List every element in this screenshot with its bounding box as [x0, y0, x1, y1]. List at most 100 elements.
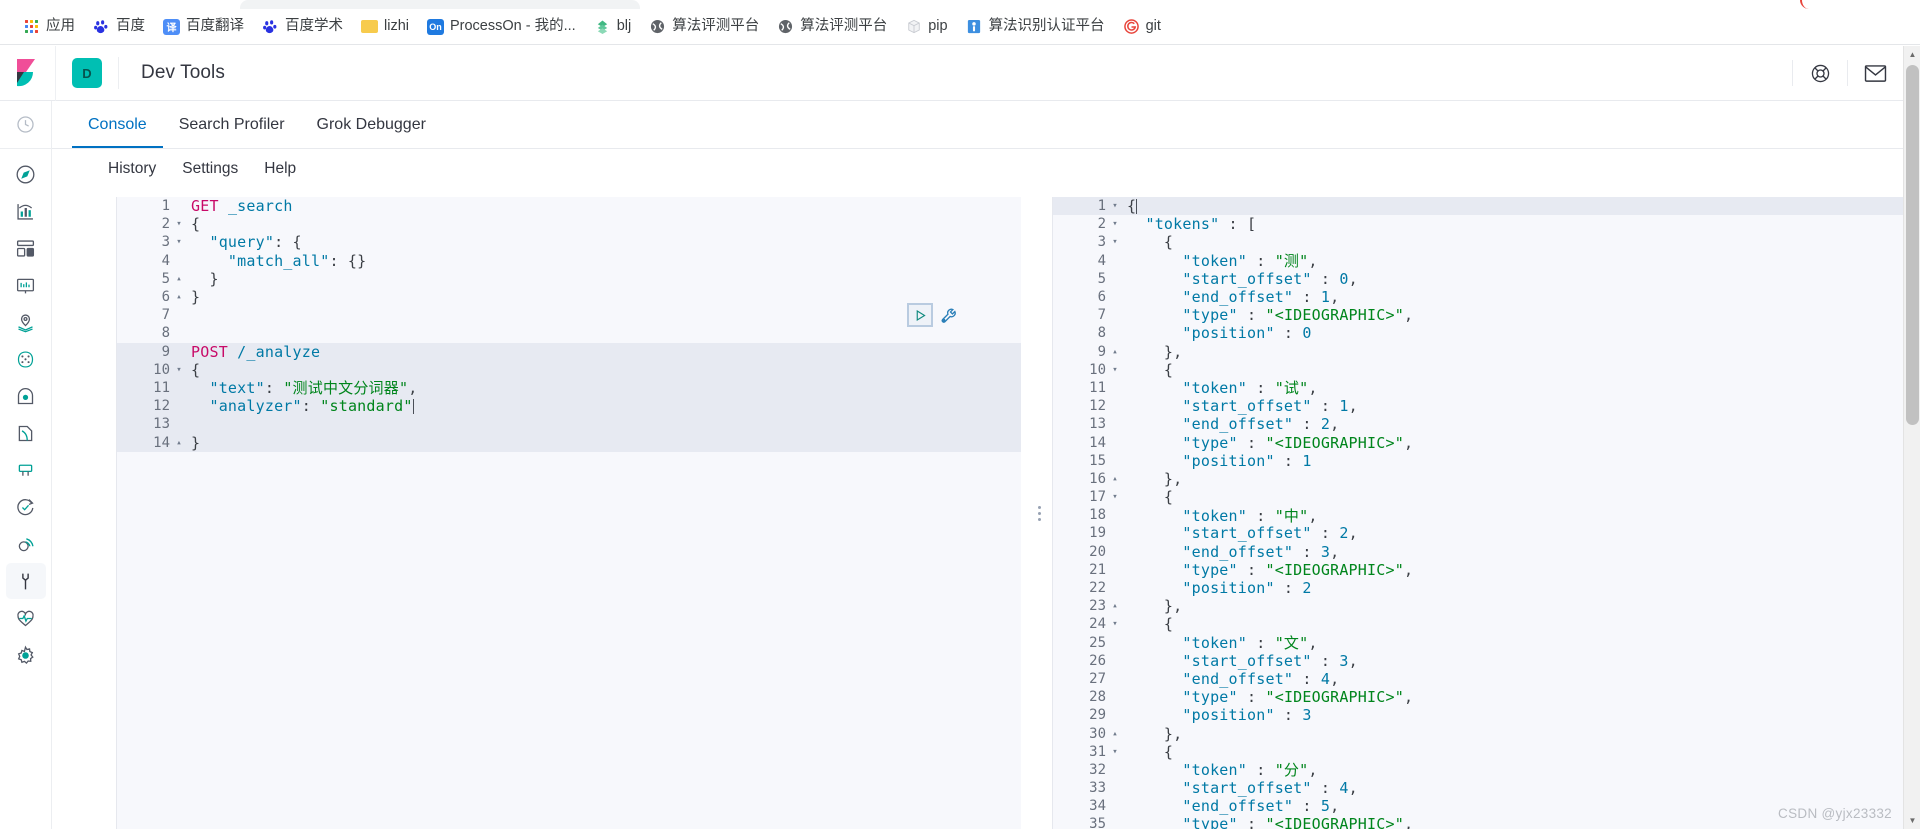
code-line[interactable]: 6 ▴}	[117, 288, 1021, 306]
code-line[interactable]: 32 "token" : "分",	[1053, 761, 1920, 779]
code-line[interactable]: 11 "text": "测试中文分词器",	[117, 378, 1021, 397]
sidebar-item-apm[interactable]	[6, 452, 46, 488]
code-line[interactable]: 22 "position" : 2	[1053, 579, 1920, 597]
code-fold-toggle[interactable]: ▾	[173, 233, 185, 251]
code-line[interactable]: 2 ▾ "tokens" : [	[1053, 215, 1920, 233]
code-line[interactable]: 4 "match_all": {}	[117, 252, 1021, 270]
code-line[interactable]: 8	[117, 324, 1021, 342]
code-line[interactable]: 18 "token" : "中",	[1053, 506, 1920, 525]
code-fold-toggle[interactable]: ▾	[1109, 615, 1121, 633]
code-line[interactable]: 8 "position" : 0	[1053, 324, 1920, 342]
sidebar-item-canvas[interactable]	[6, 267, 46, 303]
code-line[interactable]: 15 "position" : 1	[1053, 452, 1920, 470]
console-menu-help[interactable]: Help	[264, 160, 296, 178]
code-line[interactable]: 1 ▾ {	[1053, 197, 1920, 216]
bookmark-item[interactable]: blj	[585, 14, 641, 40]
code-fold-toggle[interactable]: ▴	[173, 288, 185, 306]
code-line[interactable]: 28 "type" : "<IDEOGRAPHIC>",	[1053, 688, 1920, 706]
sidebar-item-machine-learning[interactable]	[6, 341, 46, 377]
tab-search-profiler[interactable]: Search Profiler	[163, 101, 301, 148]
code-line[interactable]: 14 "type" : "<IDEOGRAPHIC>",	[1053, 433, 1920, 452]
bookmark-item[interactable]: lizhi	[352, 14, 418, 40]
code-fold-toggle[interactable]: ▾	[1109, 743, 1121, 761]
response-editor[interactable]: 1 ▾{2 ▾ "tokens" : [3 ▾ {4 "token" : "测", 5 …	[1052, 197, 1920, 829]
code-line[interactable]: 3 ▾ "query": {	[117, 233, 1021, 251]
sidebar-item-logs[interactable]	[6, 415, 46, 451]
code-line[interactable]: 2 ▾ {	[117, 215, 1021, 233]
code-line[interactable]: 3 ▾ {	[1053, 233, 1920, 251]
code-line[interactable]: 26 "start_offset" : 3,	[1053, 652, 1920, 670]
code-fold-toggle[interactable]: ▾	[173, 361, 185, 379]
code-line[interactable]: 24 ▾ {	[1053, 615, 1920, 633]
code-fold-toggle[interactable]: ▾	[1109, 361, 1121, 379]
code-line[interactable]: 27 "end_offset" : 4,	[1053, 670, 1920, 688]
code-line[interactable]: 17 ▾ {	[1053, 488, 1920, 506]
code-line[interactable]: 6 "end_offset" : 1,	[1053, 288, 1920, 306]
code-line[interactable]: 4 "token" : "测",	[1053, 252, 1920, 270]
bookmark-item[interactable]: 百度学术	[253, 14, 352, 40]
code-fold-toggle[interactable]: ▴	[1109, 725, 1121, 743]
sidebar-item-maps[interactable]	[6, 304, 46, 340]
console-menu-settings[interactable]: Settings	[182, 160, 238, 178]
code-line[interactable]: 11 "token" : "试",	[1053, 379, 1920, 397]
scroll-down-arrow-icon[interactable]: ▼	[1904, 812, 1920, 829]
tab-grok-debugger[interactable]: Grok Debugger	[301, 101, 442, 148]
bookmark-item[interactable]: 应用	[14, 14, 84, 40]
request-editor[interactable]: 1 GET _search 2 ▾{3 ▾ "query": {4 "match_all…	[116, 197, 1021, 829]
code-fold-toggle[interactable]: ▾	[173, 215, 185, 233]
scroll-up-arrow-icon[interactable]: ▲	[1904, 46, 1920, 63]
send-request-play-button[interactable]	[907, 303, 933, 327]
code-fold-toggle[interactable]: ▴	[173, 270, 185, 288]
code-line[interactable]: 16 ▴ },	[1053, 470, 1920, 488]
code-line[interactable]: 9 ▴ },	[1053, 343, 1920, 361]
code-line[interactable]: 5 ▴ }	[117, 270, 1021, 288]
code-line[interactable]: 5 "start_offset" : 0,	[1053, 270, 1920, 288]
code-fold-toggle[interactable]: ▾	[1109, 215, 1121, 233]
code-line[interactable]: 13	[117, 415, 1021, 434]
code-line[interactable]: 13 "end_offset" : 2,	[1053, 415, 1920, 433]
kibana-logo[interactable]	[0, 45, 56, 101]
code-fold-toggle[interactable]: ▾	[1109, 488, 1121, 506]
code-line[interactable]: 20 "end_offset" : 3,	[1053, 543, 1920, 561]
sidebar-item-siem[interactable]	[6, 526, 46, 562]
sidebar-item-dashboard[interactable]	[6, 230, 46, 266]
code-fold-toggle[interactable]: ▴	[173, 434, 185, 452]
bookmark-item[interactable]: 译百度翻译	[154, 14, 253, 40]
help-lifebuoy-icon[interactable]	[1793, 46, 1847, 101]
bookmark-item[interactable]: 算法评测平台	[640, 14, 768, 40]
mail-icon[interactable]	[1848, 46, 1902, 101]
bookmark-item[interactable]: On ProcessOn - 我的...	[418, 14, 585, 40]
bookmark-item[interactable]: 算法评测平台	[768, 14, 896, 40]
bookmark-item[interactable]: git	[1114, 14, 1170, 40]
sidebar-item-monitoring[interactable]	[6, 600, 46, 636]
sidebar-item-uptime[interactable]	[6, 489, 46, 525]
code-line[interactable]: 19 "start_offset" : 2,	[1053, 524, 1920, 542]
page-scrollbar[interactable]: ▲ ▼	[1903, 46, 1920, 829]
code-fold-toggle[interactable]: ▾	[1109, 233, 1121, 251]
code-line[interactable]: 23 ▴ },	[1053, 597, 1920, 615]
bookmark-item[interactable]: 百度	[84, 14, 154, 40]
sidebar-item-discover[interactable]	[6, 156, 46, 192]
console-menu-history[interactable]: History	[108, 160, 156, 178]
code-line[interactable]: 7	[117, 306, 1021, 324]
page-scrollbar-thumb[interactable]	[1906, 65, 1919, 425]
code-fold-toggle[interactable]: ▾	[1109, 197, 1121, 215]
code-line[interactable]: 31 ▾ {	[1053, 743, 1920, 761]
code-fold-toggle[interactable]: ▴	[1109, 343, 1121, 361]
sidebar-item-recently-viewed[interactable]	[0, 101, 52, 149]
bookmark-item[interactable]: 算法识别认证平台	[957, 14, 1114, 40]
sidebar-item-management[interactable]	[6, 637, 46, 673]
code-line[interactable]: 7 "type" : "<IDEOGRAPHIC>",	[1053, 306, 1920, 324]
code-line[interactable]: 1 GET _search	[117, 197, 1021, 215]
code-fold-toggle[interactable]: ▴	[1109, 470, 1121, 488]
code-line[interactable]: 12 "analyzer": "standard"	[117, 397, 1021, 416]
bookmark-item[interactable]: pip	[896, 14, 956, 40]
code-line[interactable]: 33 "start_offset" : 4,	[1053, 779, 1920, 797]
sidebar-item-infrastructure[interactable]	[6, 378, 46, 414]
sidebar-item-visualize[interactable]	[6, 193, 46, 229]
code-line[interactable]: 9 POST /_analyze	[117, 342, 1021, 361]
code-line[interactable]: 21 "type" : "<IDEOGRAPHIC>",	[1053, 561, 1920, 579]
code-line[interactable]: 10 ▾ {	[1053, 361, 1920, 379]
code-line[interactable]: 14 ▴}	[117, 433, 1021, 452]
tab-console[interactable]: Console	[72, 101, 163, 148]
